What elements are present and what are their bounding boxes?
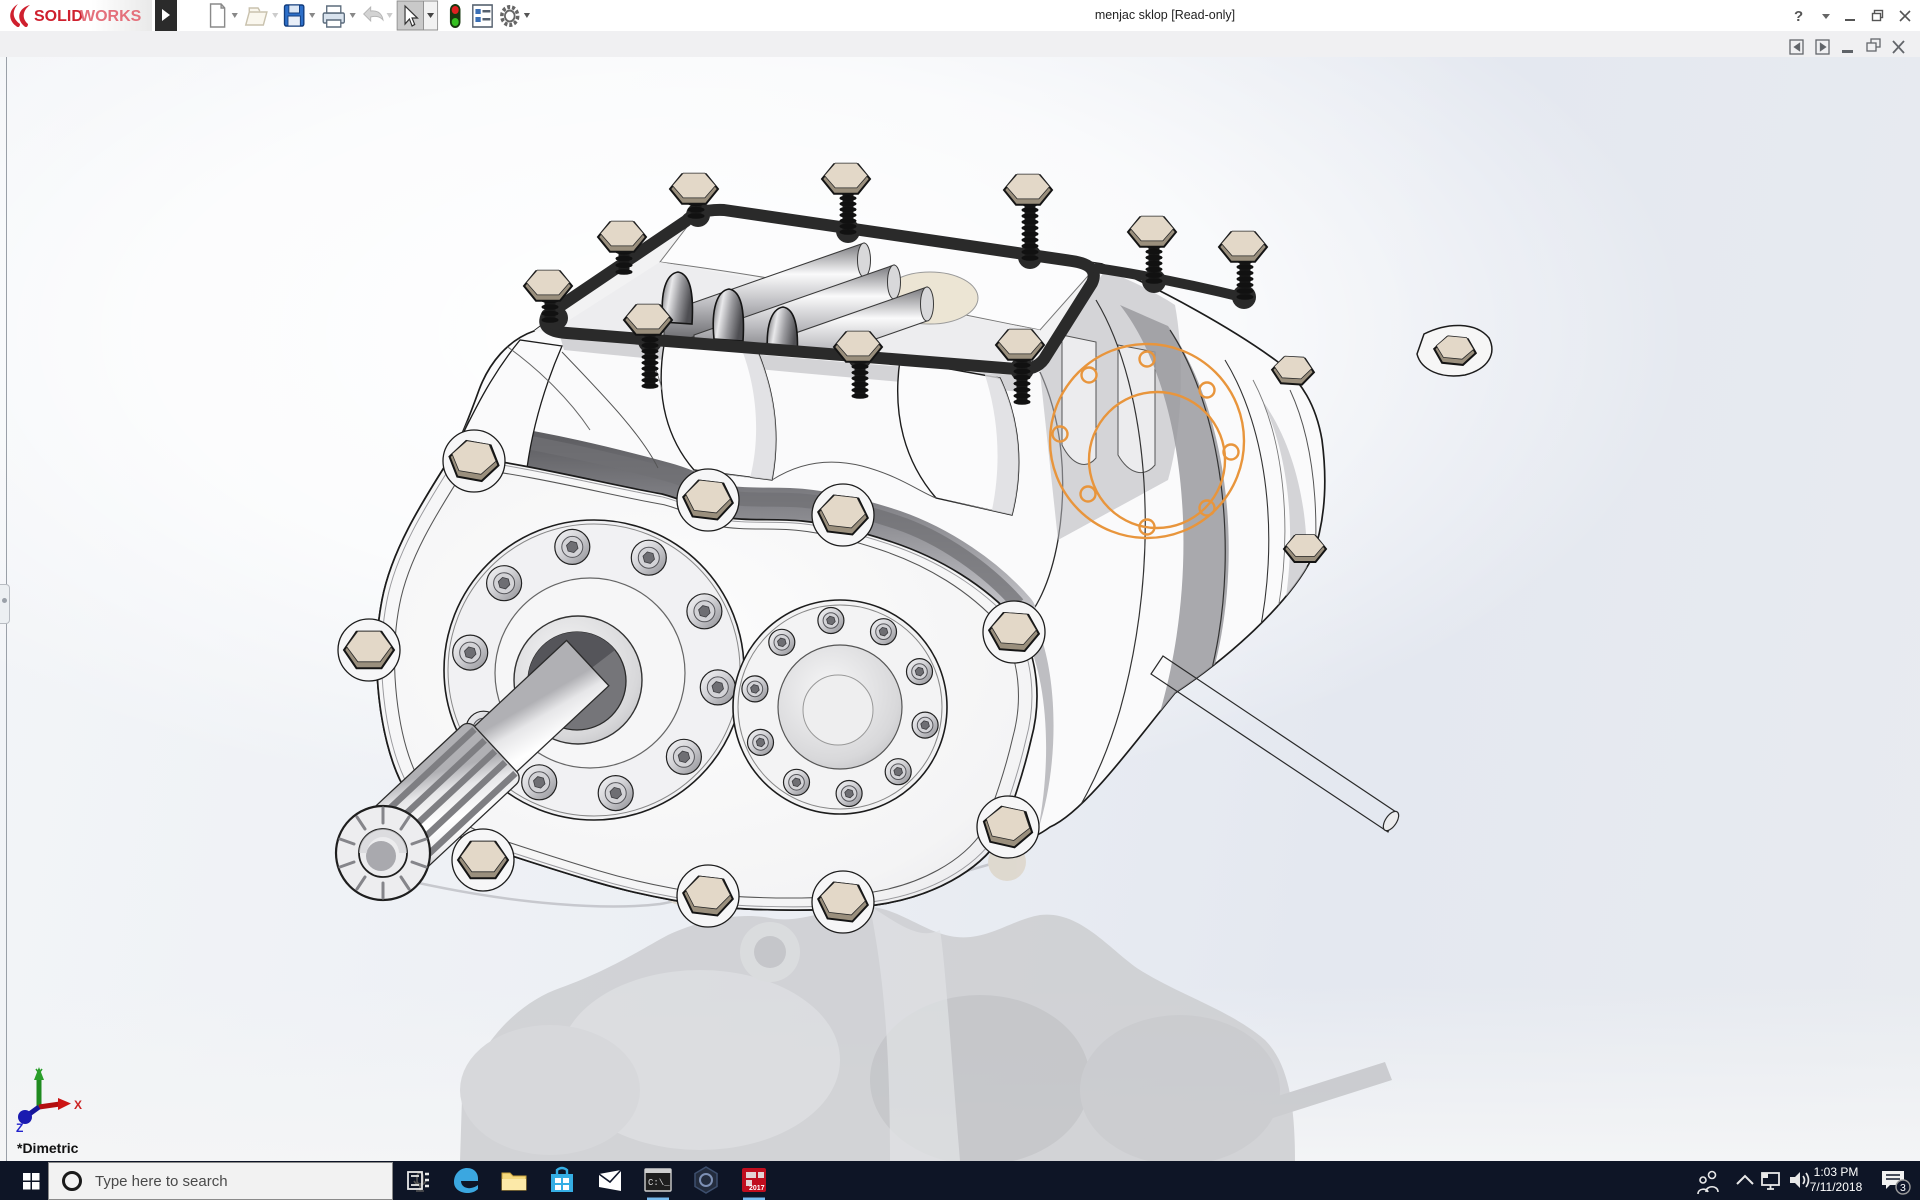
svg-text:2017: 2017 [749,1185,765,1192]
svg-text:C:\_: C:\_ [648,1178,670,1188]
svg-text:Z: Z [16,1121,23,1135]
svg-text:?: ? [1794,8,1803,23]
svg-text:WORKS: WORKS [80,8,142,25]
svg-text:SOLID: SOLID [34,8,83,25]
svg-text:3: 3 [1900,1182,1906,1194]
svg-text:X: X [74,1098,82,1112]
